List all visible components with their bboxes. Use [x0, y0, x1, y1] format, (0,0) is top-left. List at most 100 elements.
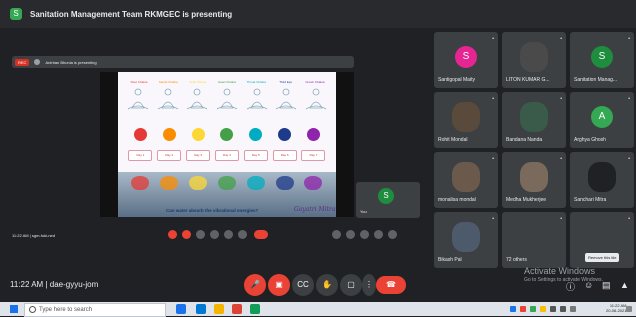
remove-tile-tooltip: Remove this tile — [585, 253, 620, 262]
participant-grid: S • Santigopal Maity • LITON KUMAR G... S • San… — [434, 32, 636, 274]
taskbar-clock[interactable]: 11:22 AM 20-06-2021 — [606, 303, 626, 313]
pin-icon[interactable]: • — [492, 36, 494, 42]
lotus-icon — [160, 176, 179, 190]
tray-icon-3[interactable] — [530, 306, 536, 312]
pin-icon[interactable]: • — [628, 156, 630, 162]
day-box: Day 5 — [243, 150, 268, 161]
pin-icon[interactable]: • — [560, 216, 562, 222]
notification-icon[interactable] — [626, 306, 632, 312]
pin-icon[interactable]: • — [560, 156, 562, 162]
tray-icon-1[interactable] — [510, 306, 516, 312]
nested-mic-button[interactable] — [168, 230, 177, 239]
nested-present-button[interactable] — [224, 230, 233, 239]
windows-start-icon[interactable] — [10, 305, 18, 313]
nested-camera-button[interactable] — [182, 230, 191, 239]
nested-hand-button[interactable] — [210, 230, 219, 239]
captions-button[interactable]: CC — [292, 274, 314, 296]
more-options-button[interactable]: ⋮ — [362, 274, 376, 296]
participant-tile[interactable]: • Sanchari Mitra — [570, 152, 634, 208]
nested-people-icon[interactable] — [346, 230, 355, 239]
chakra-label: Heart Chakra — [218, 80, 236, 84]
pin-icon[interactable]: • — [628, 36, 630, 42]
participant-tile[interactable]: A • Arghya Ghosh — [570, 92, 634, 148]
participant-name: Santigopal Maity — [438, 77, 475, 83]
participant-tile[interactable]: • LITON KUMAR G... — [502, 32, 566, 88]
tray-icon-2[interactable] — [520, 306, 526, 312]
participant-tile[interactable]: • monalisa mondal — [434, 152, 498, 208]
meeting-code: dae-gyyu-jom — [49, 280, 99, 289]
participant-tile[interactable]: S • Sanitation Manag... — [570, 32, 634, 88]
chakra-flowers-row — [126, 128, 328, 141]
participant-name: Bandana Nanda — [506, 137, 543, 143]
edge-icon[interactable] — [196, 304, 206, 314]
present-button[interactable]: ▢ — [340, 274, 362, 296]
nested-leave-button[interactable] — [254, 230, 268, 239]
slide-signature: Gayatri Mitra — [294, 206, 336, 213]
participant-tile[interactable]: • Bandana Nanda — [502, 92, 566, 148]
participant-name: LITON KUMAR G... — [506, 77, 550, 83]
task-view-icon[interactable] — [176, 304, 186, 314]
presenter-avatar: S — [10, 8, 22, 20]
participant-photo — [452, 162, 480, 192]
leave-call-button[interactable]: ☎ — [376, 276, 406, 294]
day-box: Day 2 — [157, 150, 182, 161]
taskbar-search-box[interactable]: Type here to search — [24, 303, 166, 317]
chakra-flower-icon — [133, 128, 147, 141]
activities-icon[interactable]: ▲ — [620, 280, 629, 290]
nested-activities-icon[interactable] — [374, 230, 383, 239]
shared-screen[interactable]: Root Chakra Sacral Chakra Solar Plexus Hear… — [100, 72, 354, 217]
chakra-label: Solar Plexus — [189, 80, 207, 84]
raise-hand-button[interactable]: ✋ — [316, 274, 338, 296]
participant-tile[interactable]: • Bikash Pal — [434, 212, 498, 268]
day-box: Day 7 — [301, 150, 326, 161]
participant-tile[interactable]: • Rohit Mondal — [434, 92, 498, 148]
self-avatar: S — [378, 188, 394, 204]
participant-photo — [452, 222, 480, 252]
participant-photo — [520, 162, 548, 192]
chakra-flower-icon — [220, 128, 234, 141]
participant-name: Arghya Ghosh — [574, 137, 606, 143]
lotus-icon — [275, 176, 294, 190]
pin-icon[interactable]: • — [492, 96, 494, 102]
pin-icon[interactable]: • — [560, 36, 562, 42]
language-icon[interactable] — [570, 306, 576, 312]
nested-more-button[interactable] — [238, 230, 247, 239]
chrome-icon[interactable] — [232, 304, 242, 314]
participant-name: Rohit Mondal — [438, 137, 468, 143]
nested-chat-icon[interactable] — [360, 230, 369, 239]
app-icon[interactable] — [250, 304, 260, 314]
chakra-label: Sacral Chakra — [158, 80, 178, 84]
meeting-info-icon[interactable]: ⓘ — [566, 280, 575, 293]
chakra-flower-icon — [162, 128, 176, 141]
network-icon[interactable] — [550, 306, 556, 312]
meeting-time: 11:22 AM — [10, 280, 44, 289]
meditation-figure-icon — [246, 88, 267, 110]
meditation-figure-icon — [187, 88, 208, 110]
pin-icon[interactable]: • — [628, 96, 630, 102]
pin-icon[interactable]: • — [628, 216, 630, 222]
volume-icon[interactable] — [560, 306, 566, 312]
pin-icon[interactable]: • — [560, 96, 562, 102]
self-video-tile[interactable]: S You — [356, 182, 420, 218]
chakra-flower-icon — [306, 128, 320, 141]
participant-tile[interactable]: S • Santigopal Maity — [434, 32, 498, 88]
meeting-time-and-code: 11:22 AM | dae-gyyu-jom — [10, 280, 98, 289]
participant-tile[interactable]: • 72 others — [502, 212, 566, 268]
participant-tile[interactable]: • Medha Mukherjee — [502, 152, 566, 208]
nested-captions-button[interactable] — [196, 230, 205, 239]
tray-icon-4[interactable] — [540, 306, 546, 312]
chakra-flower-icon — [278, 128, 292, 141]
nested-info-icon[interactable] — [332, 230, 341, 239]
mic-off-button[interactable]: 🎤 — [244, 274, 266, 296]
chat-icon[interactable]: ▤ — [602, 280, 611, 291]
nested-time-code: 11:22 AM | sgm-fuki-ned — [12, 232, 55, 238]
pin-icon[interactable]: • — [492, 156, 494, 162]
nested-lock-icon[interactable] — [388, 230, 397, 239]
presenting-text: Sanitation Management Team RKMGEC is pre… — [30, 9, 233, 19]
days-row: Day 1 Day 2 Day 3 Day 4 Day 5 Day 6 Day 7 — [126, 150, 328, 161]
pin-icon[interactable]: • — [492, 216, 494, 222]
participant-name: 72 others — [506, 257, 527, 263]
file-explorer-icon[interactable] — [214, 304, 224, 314]
people-icon[interactable]: ☺ — [584, 280, 593, 290]
camera-off-button[interactable]: ▣ — [268, 274, 290, 296]
